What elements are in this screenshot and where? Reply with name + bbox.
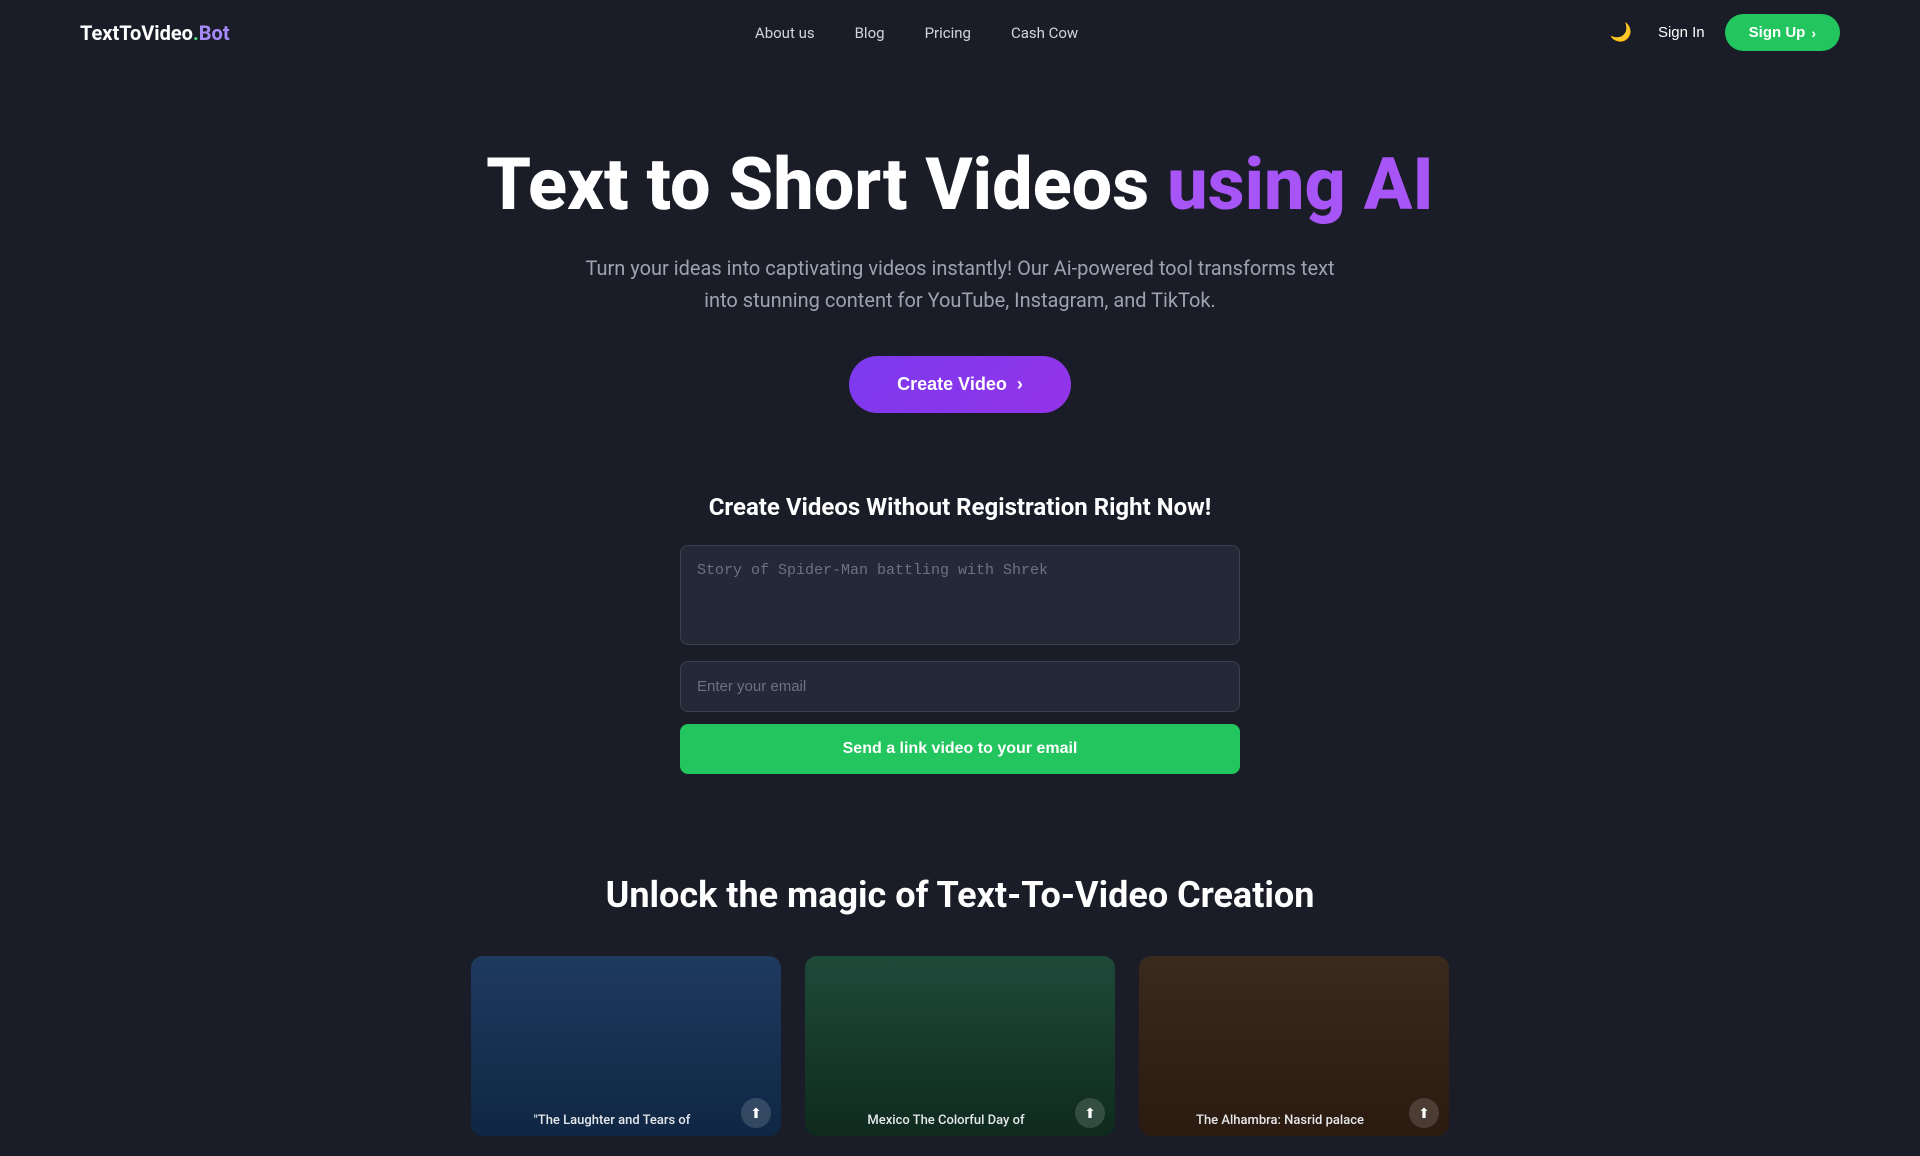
create-video-label: Create Video bbox=[897, 374, 1007, 395]
video-card-3: The Alhambra: Nasrid palace ⬆ bbox=[1139, 956, 1449, 1136]
video-card-label-1: "The Laughter and Tears of bbox=[483, 1113, 741, 1128]
hero-title: Text to Short Videos using AI bbox=[20, 145, 1900, 224]
video-cards-container: "The Laughter and Tears of ⬆ Mexico The … bbox=[20, 956, 1900, 1136]
hero-section: Text to Short Videos using AI Turn your … bbox=[0, 65, 1920, 473]
story-textarea[interactable] bbox=[680, 545, 1240, 645]
video-card-label-2: Mexico The Colorful Day of bbox=[817, 1113, 1075, 1128]
logo-text-suffix: Bot bbox=[199, 21, 230, 45]
email-input[interactable] bbox=[680, 661, 1240, 712]
hero-title-highlight: using AI bbox=[1167, 142, 1434, 227]
form-section: Create Videos Without Registration Right… bbox=[0, 473, 1920, 834]
share-icon-3: ⬆ bbox=[1418, 1105, 1430, 1122]
hero-subtitle: Turn your ideas into captivating videos … bbox=[570, 252, 1350, 316]
logo: TextToVideo.Bot bbox=[80, 21, 230, 45]
send-link-button[interactable]: Send a link video to your email bbox=[680, 724, 1240, 774]
navbar: TextToVideo.Bot About us Blog Pricing Ca… bbox=[0, 0, 1920, 65]
create-video-chevron-icon: › bbox=[1017, 374, 1023, 395]
nav-about[interactable]: About us bbox=[755, 24, 815, 42]
nav-pricing[interactable]: Pricing bbox=[925, 24, 971, 42]
video-card-2: Mexico The Colorful Day of ⬆ bbox=[805, 956, 1115, 1136]
hero-title-part1: Text to Short Videos bbox=[486, 142, 1167, 227]
sign-up-label: Sign Up bbox=[1749, 24, 1806, 41]
form-container: Send a link video to your email bbox=[680, 545, 1240, 774]
unlock-section: Unlock the magic of Text-To-Video Creati… bbox=[0, 834, 1920, 1156]
nav-right: 🌙 Sign In Sign Up › bbox=[1604, 14, 1840, 51]
sign-up-button[interactable]: Sign Up › bbox=[1725, 14, 1840, 51]
share-icon-1: ⬆ bbox=[750, 1105, 762, 1122]
share-button-2[interactable]: ⬆ bbox=[1075, 1098, 1105, 1128]
share-button-3[interactable]: ⬆ bbox=[1409, 1098, 1439, 1128]
unlock-title: Unlock the magic of Text-To-Video Creati… bbox=[20, 874, 1900, 916]
theme-toggle-button[interactable]: 🌙 bbox=[1604, 16, 1638, 49]
nav-cashcow[interactable]: Cash Cow bbox=[1011, 24, 1078, 42]
share-button-1[interactable]: ⬆ bbox=[741, 1098, 771, 1128]
nav-blog[interactable]: Blog bbox=[855, 24, 885, 42]
sign-in-button[interactable]: Sign In bbox=[1658, 24, 1705, 41]
nav-links: About us Blog Pricing Cash Cow bbox=[755, 23, 1078, 42]
logo-text-prefix: TextToVideo bbox=[80, 21, 193, 45]
chevron-right-icon: › bbox=[1811, 25, 1816, 41]
video-card-label-3: The Alhambra: Nasrid palace bbox=[1151, 1113, 1409, 1128]
video-card-1: "The Laughter and Tears of ⬆ bbox=[471, 956, 781, 1136]
share-icon-2: ⬆ bbox=[1084, 1105, 1096, 1122]
create-video-button[interactable]: Create Video › bbox=[849, 356, 1071, 413]
form-title: Create Videos Without Registration Right… bbox=[20, 493, 1900, 521]
